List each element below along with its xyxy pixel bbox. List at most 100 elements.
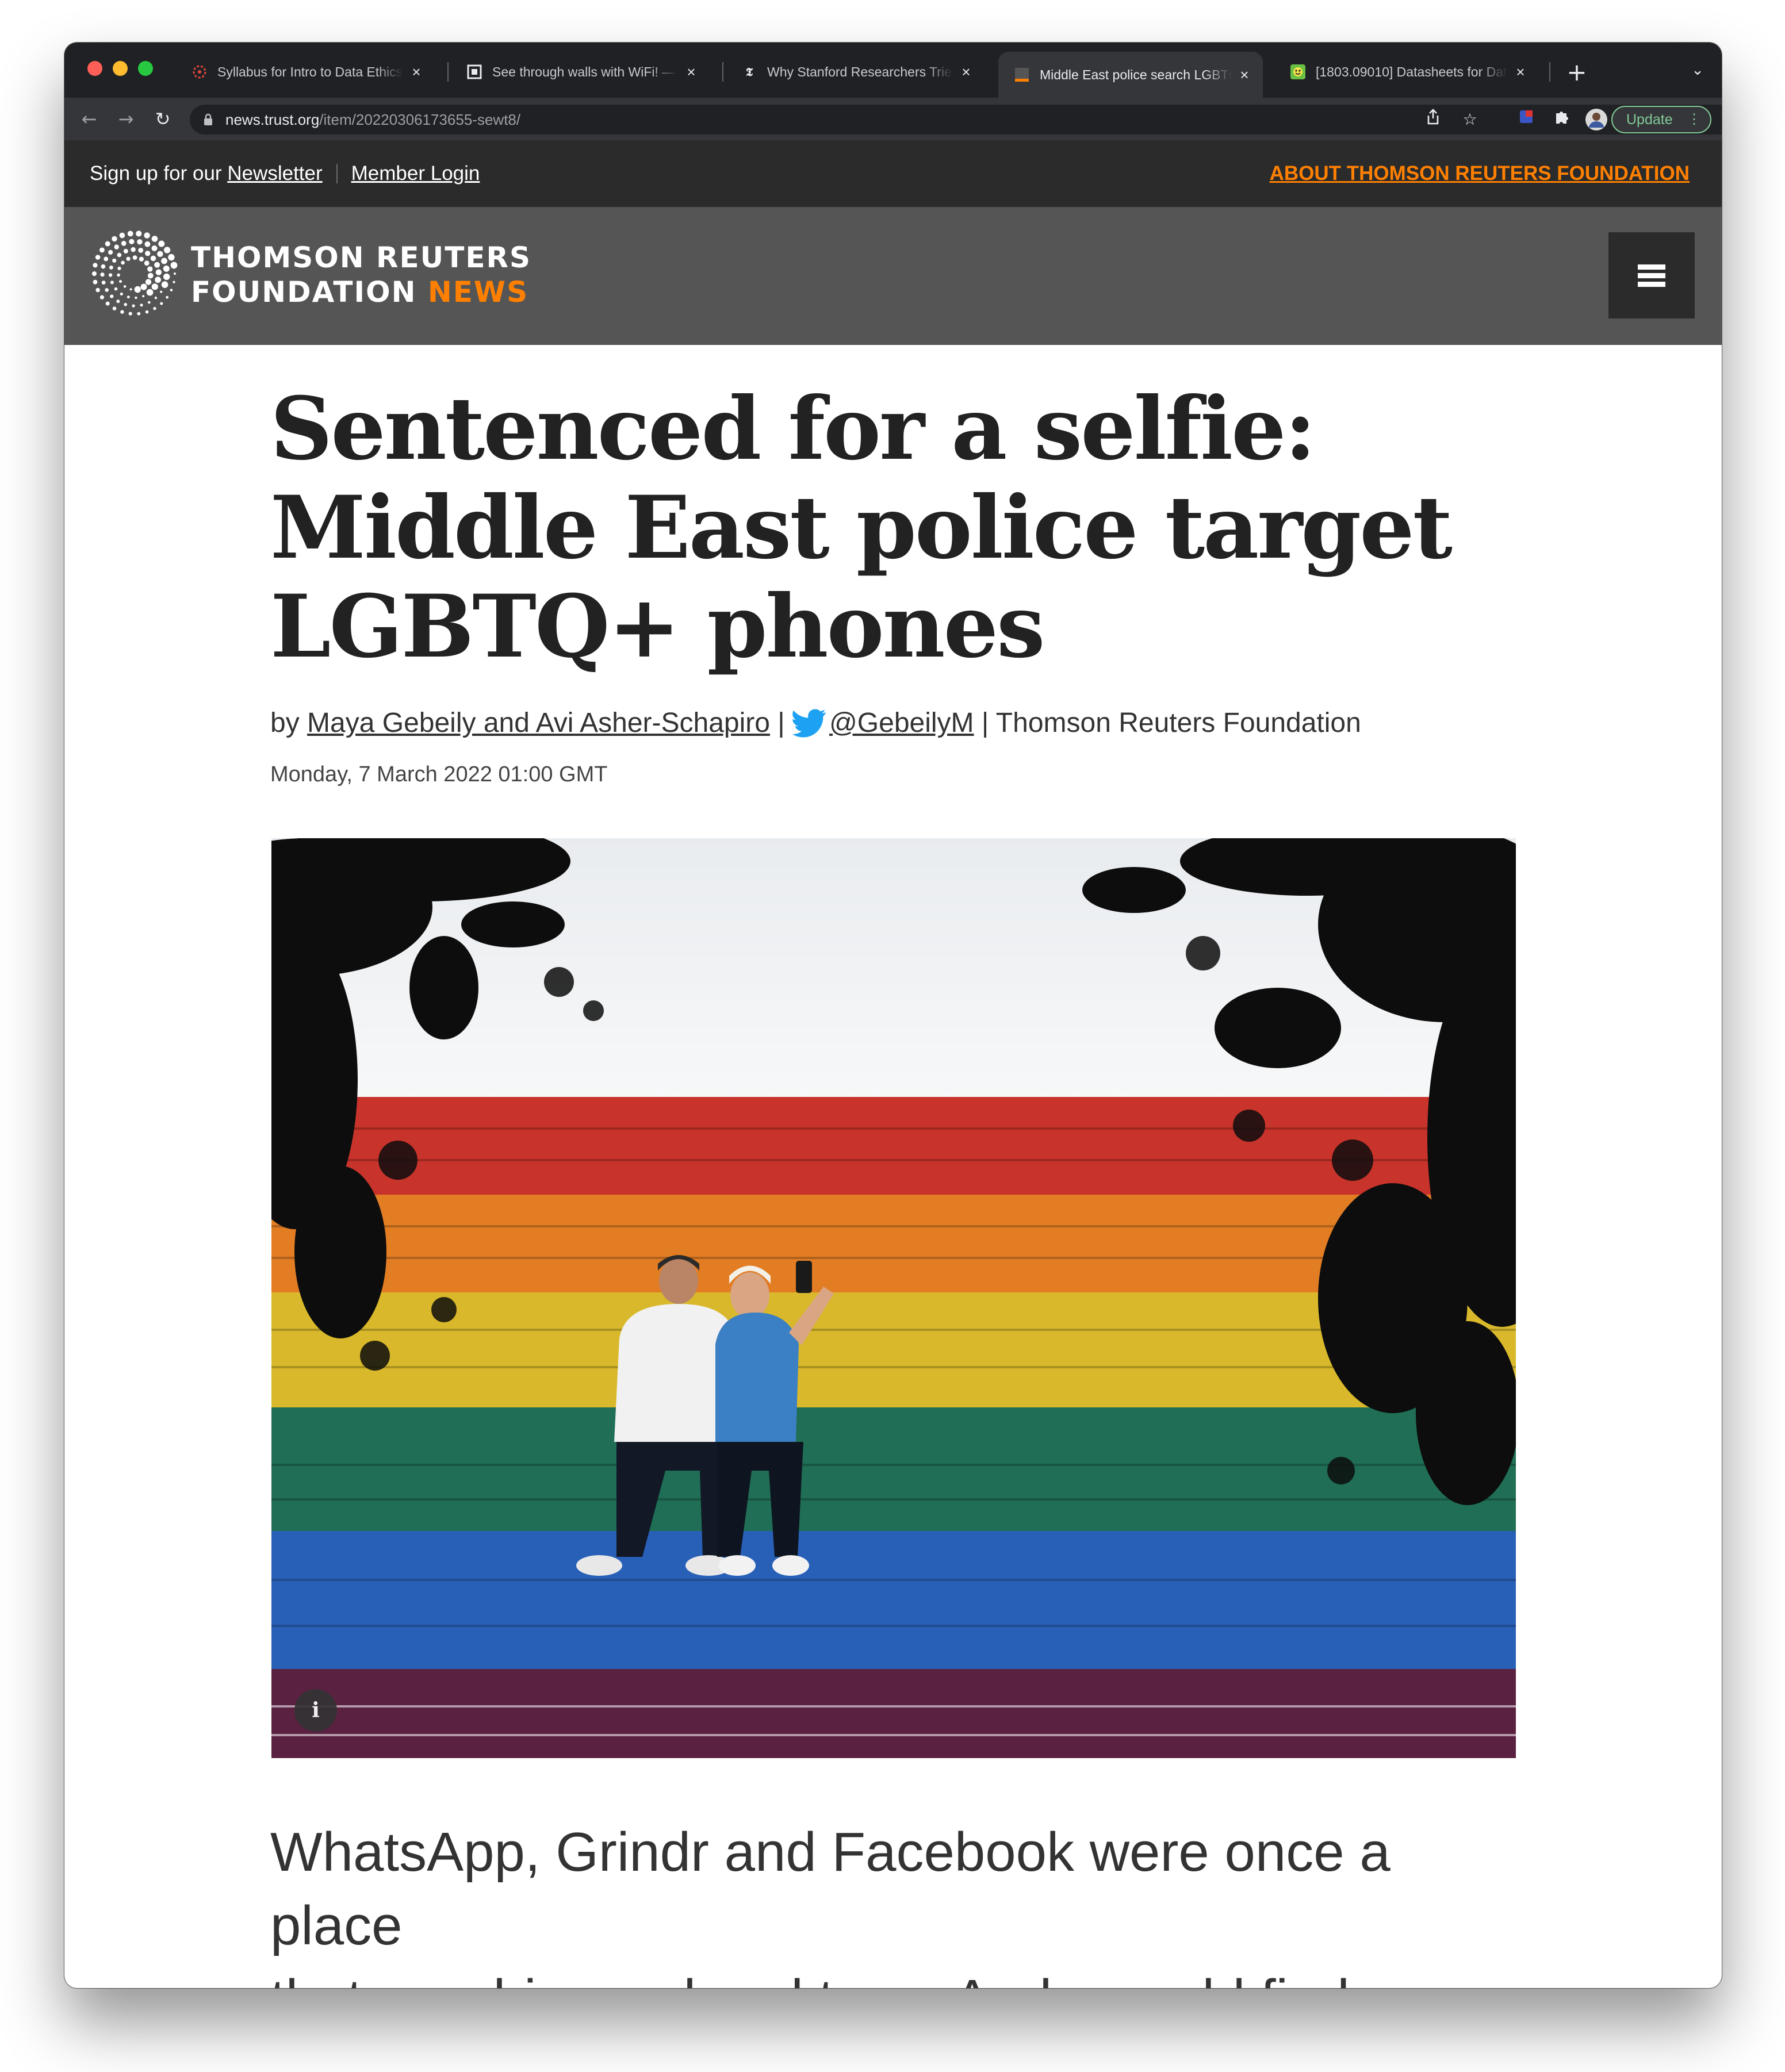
about-foundation-link[interactable]: ABOUT THOMSON REUTERS FOUNDATION xyxy=(1270,162,1690,185)
article-headline: Sentenced for a selfie: Middle East poli… xyxy=(270,379,1478,676)
logo-dot xyxy=(134,286,141,293)
logo-dot xyxy=(105,241,110,247)
bookmark-star-icon[interactable]: ☆ xyxy=(1458,108,1481,131)
logo-dot xyxy=(157,251,163,257)
logo-dot xyxy=(127,296,130,298)
logo-news: NEWS xyxy=(427,275,529,309)
twitter-handle-link[interactable]: @GebeilyM xyxy=(829,708,974,738)
hamburger-menu-button[interactable] xyxy=(1608,232,1695,319)
arxiv-icon xyxy=(1289,63,1307,80)
spiral-icon xyxy=(191,63,208,80)
newsletter-link[interactable]: Newsletter xyxy=(227,162,322,185)
logo-dot xyxy=(144,232,150,239)
logo-dot xyxy=(166,296,168,299)
logo-dot xyxy=(129,288,132,291)
logo-dot xyxy=(116,300,120,304)
logo-dot xyxy=(108,273,113,277)
site-topbar: Sign up for our Newsletter Member Login A… xyxy=(64,140,1722,207)
logo-dot xyxy=(154,296,158,300)
logo-dot xyxy=(136,231,142,237)
tab-syllabus[interactable]: Syllabus for Intro to Data Ethics × xyxy=(176,52,435,92)
tab-close-icon[interactable]: × xyxy=(408,63,424,81)
signup-links: Sign up for our Newsletter Member Login xyxy=(90,162,480,185)
logo-dot xyxy=(164,247,171,254)
logo-dot xyxy=(105,301,110,306)
logo-dot xyxy=(160,290,163,293)
twitter-bird-icon xyxy=(792,709,827,745)
logo-dot xyxy=(154,262,160,268)
puzzle-icon[interactable] xyxy=(1550,108,1573,131)
logo-dot xyxy=(138,248,144,253)
logo-dot xyxy=(145,310,149,314)
byline: by Maya Gebeily and Avi Asher-Schapiro |… xyxy=(270,707,1361,745)
logo-dot xyxy=(119,232,125,239)
back-arrow-icon[interactable]: ← xyxy=(76,106,102,132)
tab-close-icon[interactable]: × xyxy=(1236,66,1252,84)
hamburger-bar xyxy=(1638,273,1665,278)
logo-dot xyxy=(163,273,170,281)
logo-dot xyxy=(114,244,119,250)
logo-dot xyxy=(114,287,118,291)
tab-stanford[interactable]: 𝕿 Why Stanford Researchers Tried × xyxy=(726,52,985,92)
tab-search-icon[interactable]: ⌄ xyxy=(1686,59,1709,82)
member-login-link[interactable]: Member Login xyxy=(351,162,480,185)
tab-title: Syllabus for Intro to Data Ethics xyxy=(217,64,403,79)
logo-dot xyxy=(95,287,100,293)
publish-date: Monday, 7 March 2022 01:00 GMT xyxy=(270,762,608,786)
hamburger-bar xyxy=(1638,281,1665,287)
logo-dot xyxy=(144,241,151,247)
address-bar[interactable]: news.trust.org/item/20220306173655-sewt8… xyxy=(190,105,1722,135)
logo-dot xyxy=(174,273,176,275)
logo-dot xyxy=(100,273,105,277)
authors-link[interactable]: Maya Gebeily and Avi Asher-Schapiro xyxy=(307,708,770,738)
site-logo[interactable]: THOMSON REUTERS FOUNDATION NEWS xyxy=(191,240,531,309)
browser-toolbar: ← → ↻ news.trust.org/item/20220306173655… xyxy=(64,98,1722,140)
minimize-window-button[interactable] xyxy=(113,61,128,76)
tab-wifi[interactable]: See through walls with WiFi! — MIT × xyxy=(451,52,710,92)
masthead: THOMSON REUTERS FOUNDATION NEWS xyxy=(64,207,1722,345)
logo-dot xyxy=(137,239,143,245)
logo-dot xyxy=(151,283,158,290)
tab-middle-east-police[interactable]: Middle East police search LGBTQ+ × xyxy=(998,52,1263,98)
logo-dot xyxy=(121,240,127,246)
foundation-logo-icon[interactable] xyxy=(89,228,181,320)
tab-strip: Syllabus for Intro to Data Ethics × See … xyxy=(64,43,1722,98)
logo-dot xyxy=(99,247,105,253)
logo-dot xyxy=(173,281,175,283)
tab-datasheets[interactable]: [1803.09010] Datasheets for Datasets × xyxy=(1274,52,1539,92)
logo-dot xyxy=(120,292,123,296)
logo-dot xyxy=(142,295,145,298)
logo-dot xyxy=(93,279,98,285)
profile-avatar[interactable] xyxy=(1585,108,1608,131)
tab-title: See through walls with WiFi! — MIT xyxy=(492,64,679,79)
reload-icon[interactable]: ↻ xyxy=(150,106,176,132)
logo-dot xyxy=(108,250,113,255)
maximize-window-button[interactable] xyxy=(138,61,153,76)
logo-dot xyxy=(155,269,162,275)
logo-dot xyxy=(127,231,133,237)
logo-dot xyxy=(158,240,165,247)
logo-dot xyxy=(92,271,97,276)
tab-close-icon[interactable]: × xyxy=(1512,63,1529,81)
divider xyxy=(336,164,338,183)
extension-icon[interactable] xyxy=(1515,108,1538,131)
logo-dot xyxy=(170,262,178,269)
new-tab-button[interactable]: + xyxy=(1560,55,1594,90)
tab-close-icon[interactable]: × xyxy=(958,63,974,81)
photo-info-button[interactable]: i xyxy=(294,1689,337,1732)
logo-dot xyxy=(147,266,153,272)
update-button[interactable]: Update ⋮ xyxy=(1611,106,1711,133)
logo-dot xyxy=(129,239,135,244)
mit-icon xyxy=(466,63,483,80)
logo-line-2: FOUNDATION xyxy=(191,275,417,309)
logo-dot xyxy=(163,265,170,272)
forward-arrow-icon[interactable]: → xyxy=(113,106,139,132)
byline-separator: | xyxy=(769,708,793,738)
logo-dot xyxy=(112,306,117,310)
tab-close-icon[interactable]: × xyxy=(683,63,699,81)
close-window-button[interactable] xyxy=(87,61,102,76)
share-icon[interactable] xyxy=(1422,108,1445,131)
headline-line: LGBTQ+ phones xyxy=(270,576,1045,677)
logo-dot xyxy=(146,289,154,296)
logo-dot xyxy=(148,301,151,304)
